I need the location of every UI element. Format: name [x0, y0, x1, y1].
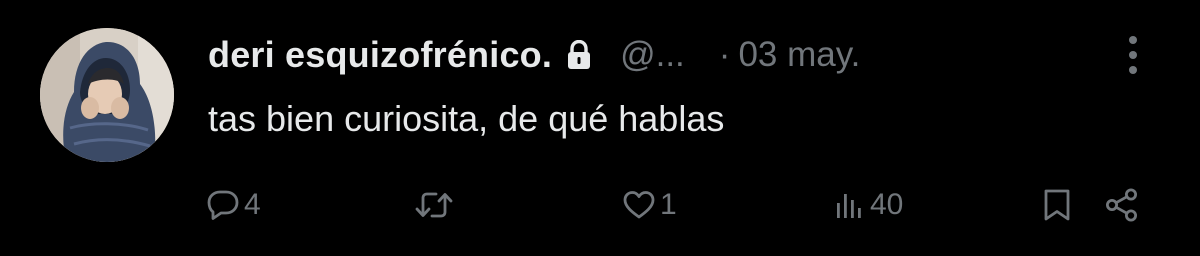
bookmark-icon [1042, 188, 1072, 222]
author-handle[interactable]: @... [620, 35, 685, 75]
like-button[interactable]: 1 [622, 185, 677, 225]
tweet-header: deri esquizofrénico. @... · 03 may. [208, 30, 860, 80]
heart-icon [622, 189, 656, 221]
views-icon [834, 189, 866, 221]
views-button[interactable]: 40 [834, 185, 903, 225]
reply-button[interactable]: 4 [206, 185, 261, 225]
tweet: deri esquizofrénico. @... · 03 may. tas … [0, 0, 1200, 256]
views-count: 40 [870, 188, 904, 221]
author-display-name[interactable]: deri esquizofrénico. [208, 34, 552, 76]
like-count: 1 [660, 188, 677, 221]
retweet-button[interactable] [414, 185, 458, 225]
share-button[interactable] [1104, 185, 1140, 225]
tweet-date[interactable]: 03 may. [738, 35, 860, 75]
tweet-text: tas bien curiosita, de qué hablas [208, 98, 725, 139]
reply-icon [206, 189, 240, 221]
lock-icon [566, 39, 592, 70]
more-options-icon[interactable] [1122, 32, 1144, 78]
reply-count: 4 [244, 188, 261, 221]
bookmark-button[interactable] [1042, 185, 1072, 225]
separator-dot: · [718, 35, 731, 74]
share-icon [1104, 188, 1140, 222]
avatar[interactable] [40, 28, 174, 162]
retweet-icon [414, 189, 454, 221]
